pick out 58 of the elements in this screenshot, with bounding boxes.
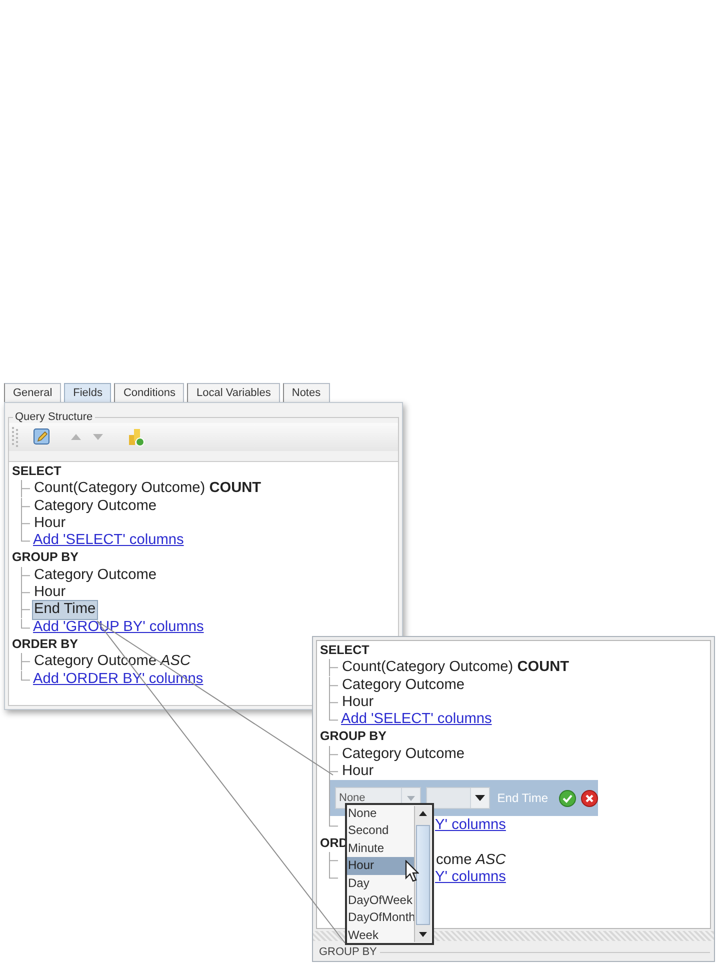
section-heading: SELECT (12, 463, 62, 480)
tree-item[interactable]: Category Outcome ASC (33, 653, 192, 671)
tree-connector (329, 746, 338, 764)
dropdown-option[interactable]: Week (347, 926, 416, 944)
up-arrow-icon[interactable] (419, 811, 427, 816)
tab[interactable]: Conditions (114, 383, 184, 402)
dropdown-option[interactable]: Minute (347, 840, 416, 858)
tree-item[interactable]: Category Outcome (341, 746, 466, 764)
group-title: Query Structure (14, 411, 94, 423)
tree-item[interactable]: Hour (341, 694, 375, 712)
tree-item[interactable]: Category Outcome (33, 566, 158, 584)
section-heading: SELECT (320, 642, 370, 659)
section-heading: GROUP BY (12, 549, 78, 566)
caret-icon (475, 795, 486, 802)
tree-item[interactable]: Hour (341, 763, 375, 780)
caret-icon (406, 796, 415, 801)
down-arrow-icon[interactable] (419, 932, 427, 937)
add-columns-link[interactable]: Add 'SELECT' columns (341, 711, 492, 728)
tree-connector (21, 584, 30, 602)
add-columns-link[interactable]: Y' columns (435, 869, 506, 886)
edit-icon[interactable] (33, 428, 51, 446)
close-icon[interactable] (581, 790, 598, 807)
section-heading: GROUP BY (320, 728, 386, 746)
tree-item[interactable]: Count(Category Outcome) COUNT (341, 659, 570, 677)
dropdown-option[interactable]: DayOfMonth (347, 909, 416, 927)
tab[interactable]: Fields (64, 383, 112, 402)
scrollbar[interactable] (414, 806, 431, 942)
add-columns-link[interactable]: Add 'SELECT' columns (33, 532, 184, 548)
field-label: End Time (497, 790, 548, 807)
tree-item[interactable]: Hour (33, 584, 67, 602)
tree-item[interactable]: Category Outcome (341, 676, 466, 694)
cylinder-add-icon[interactable] (127, 427, 145, 447)
confirm-icon[interactable] (559, 790, 576, 807)
tree-connector (329, 659, 338, 677)
tree-item[interactable]: Hour (33, 514, 67, 532)
dropdown-option[interactable]: Day (347, 874, 416, 892)
dropdown-option[interactable]: Second (347, 822, 416, 840)
dropdown-option[interactable]: DayOfWeek (347, 892, 416, 910)
group-title: GROUP BY (319, 946, 377, 958)
add-columns-link[interactable]: Y' columns (435, 817, 506, 834)
tab[interactable]: Notes (282, 383, 330, 402)
tree-item[interactable]: come ASC (435, 852, 507, 870)
value-combo[interactable] (426, 787, 490, 810)
tree-connector (21, 498, 30, 515)
add-columns-link[interactable]: Add 'GROUP BY' columns (33, 618, 204, 635)
dropdown-option[interactable]: Hour (347, 857, 416, 875)
tab[interactable]: General (4, 383, 62, 402)
tree-connector (21, 566, 30, 584)
cursor-icon (405, 860, 419, 882)
tree-item[interactable]: End Time (33, 601, 97, 619)
grip-icon (11, 426, 19, 448)
tab[interactable]: Local Variables (187, 383, 280, 402)
section-heading: ORDER BY (12, 636, 78, 653)
tree-connector (329, 676, 338, 694)
tree-item[interactable]: Category Outcome (33, 498, 158, 515)
add-columns-link[interactable]: Add 'ORDER BY' columns (33, 670, 204, 687)
tree-connector (21, 480, 30, 498)
tree-item[interactable]: Count(Category Outcome) COUNT (33, 480, 262, 498)
